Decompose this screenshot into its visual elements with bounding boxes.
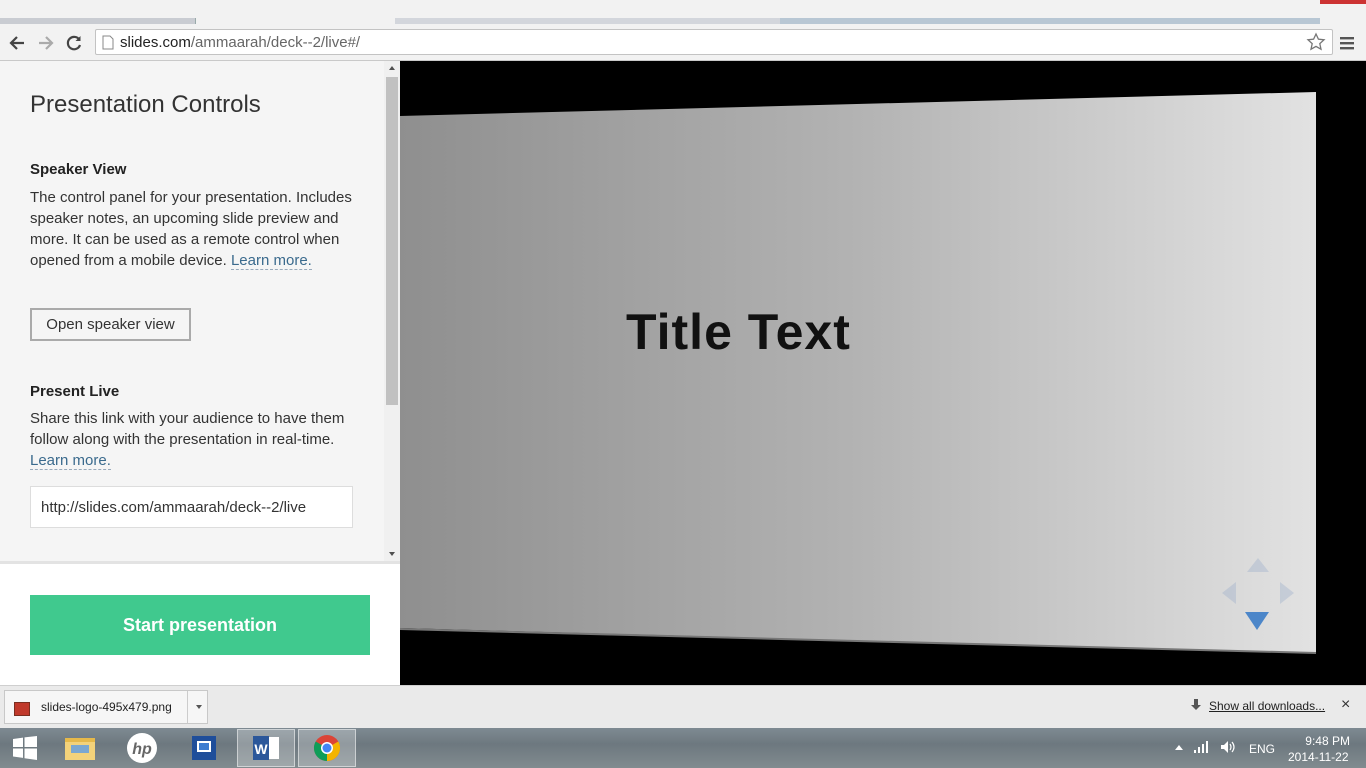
present-live-learn-more-link[interactable]: Learn more.	[30, 452, 111, 470]
arrow-left-icon	[9, 36, 24, 50]
live-link-field[interactable]	[30, 486, 353, 528]
word-icon: W	[253, 736, 279, 760]
image-file-icon	[14, 702, 30, 716]
chevron-down-icon	[196, 705, 202, 709]
panel-title: Presentation Controls	[30, 91, 261, 118]
browser-tab[interactable]	[0, 18, 196, 24]
show-all-downloads-label: Show all downloads...	[1209, 699, 1326, 713]
browser-toolbar: slides.com/ammaarah/deck--2/live#/	[0, 26, 1366, 61]
download-bar: slides-logo-495x479.png Show all downloa…	[0, 685, 1366, 728]
panel-scrollbar[interactable]	[384, 61, 400, 561]
page-icon	[102, 35, 114, 50]
taskbar-word[interactable]: W	[237, 729, 295, 767]
clock-time[interactable]: 9:48 PM	[1296, 734, 1350, 748]
scrollbar-thumb[interactable]	[386, 77, 398, 405]
slide-surface	[400, 92, 1316, 653]
browser-tab[interactable]	[780, 18, 1320, 24]
present-live-description: Share this link with your audience to ha…	[30, 408, 360, 471]
reload-icon	[66, 35, 82, 51]
window-close-button[interactable]	[1320, 0, 1366, 4]
nav-up-arrow-icon[interactable]	[1247, 558, 1269, 572]
scroll-up-arrow-icon[interactable]	[389, 66, 395, 70]
arrow-right-icon	[39, 36, 54, 50]
address-bar[interactable]: slides.com/ammaarah/deck--2/live#/	[95, 29, 1333, 55]
back-button[interactable]	[4, 30, 30, 56]
show-hidden-icons-icon[interactable]	[1174, 743, 1184, 751]
download-options-button[interactable]	[187, 691, 208, 723]
browser-tab[interactable]	[395, 18, 780, 24]
nav-right-arrow-icon[interactable]	[1280, 582, 1294, 604]
windows-logo-icon	[13, 736, 37, 760]
speaker-view-learn-more-link[interactable]: Learn more.	[230, 252, 312, 270]
windows-taskbar: hp W ENG 9:48 PM 2014-11-22	[0, 728, 1366, 768]
reload-button[interactable]	[61, 30, 87, 56]
download-file-name: slides-logo-495x479.png	[41, 700, 172, 714]
url-host: slides.com	[120, 34, 191, 51]
taskbar-chrome[interactable]	[298, 729, 356, 767]
speaker-view-description: The control panel for your presentation.…	[30, 187, 360, 271]
bookmark-star-icon[interactable]	[1306, 32, 1326, 52]
volume-icon[interactable]	[1220, 740, 1236, 754]
present-live-text: Share this link with your audience to ha…	[30, 410, 345, 448]
hp-logo-icon: hp	[127, 733, 157, 763]
panel-footer: Start presentation	[0, 561, 400, 685]
clock-date[interactable]: 2014-11-22	[1288, 750, 1349, 764]
language-indicator[interactable]: ENG	[1249, 742, 1275, 756]
download-item[interactable]: slides-logo-495x479.png	[4, 690, 208, 724]
taskbar-remote-desktop[interactable]	[175, 729, 233, 767]
forward-button[interactable]	[33, 30, 59, 56]
present-live-heading: Present Live	[30, 383, 120, 400]
panel-scroll-area[interactable]: Presentation Controls Speaker View The c…	[0, 61, 384, 561]
start-presentation-button[interactable]: Start presentation	[30, 595, 370, 655]
scroll-down-arrow-icon[interactable]	[389, 552, 395, 556]
open-speaker-view-button[interactable]: Open speaker view	[30, 308, 191, 341]
nav-left-arrow-icon[interactable]	[1222, 582, 1236, 604]
svg-text:W: W	[254, 741, 268, 757]
chrome-icon	[313, 735, 341, 762]
menu-icon[interactable]	[1338, 30, 1358, 56]
start-button[interactable]	[0, 729, 50, 767]
taskbar-file-explorer[interactable]	[51, 729, 109, 767]
presentation-stage[interactable]: Title Text	[400, 61, 1366, 685]
taskbar-hp[interactable]: hp	[113, 729, 171, 767]
url-text: slides.com/ammaarah/deck--2/live#/	[120, 34, 360, 51]
speaker-view-heading: Speaker View	[30, 161, 127, 178]
presentation-controls-panel: Presentation Controls Speaker View The c…	[0, 61, 400, 685]
download-arrow-icon	[1191, 699, 1201, 710]
nav-down-arrow-icon[interactable]	[1245, 612, 1269, 630]
close-download-bar-icon[interactable]: ×	[1341, 696, 1350, 714]
system-tray: ENG 9:48 PM 2014-11-22	[1170, 728, 1366, 768]
svg-text:hp: hp	[132, 741, 152, 758]
folder-icon	[65, 738, 95, 760]
network-signal-icon[interactable]	[1194, 740, 1210, 754]
url-path: /ammaarah/deck--2/live#/	[190, 34, 361, 51]
slide-title: Title Text	[626, 304, 851, 360]
browser-tab-strip	[0, 0, 1366, 26]
remote-desktop-icon	[192, 736, 216, 760]
